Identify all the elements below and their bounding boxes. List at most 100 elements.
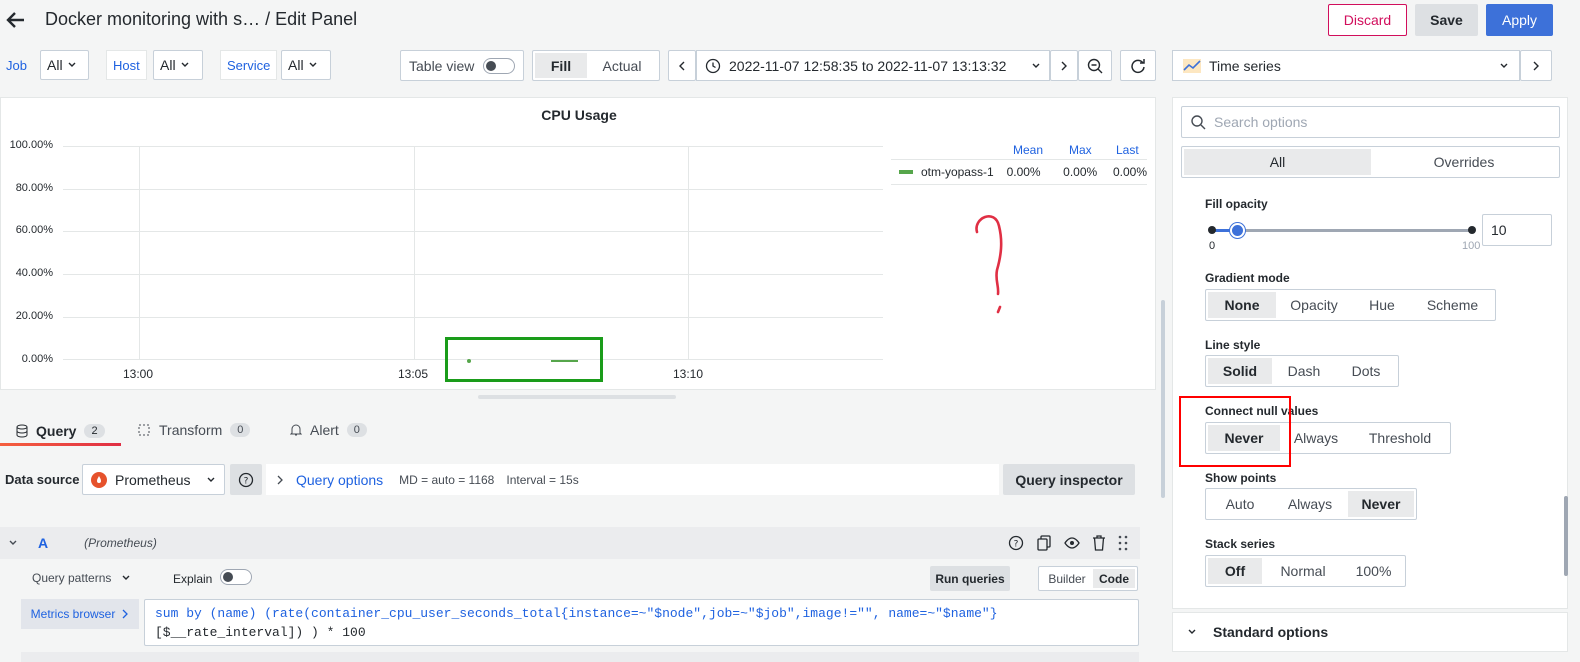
show-points-option-auto[interactable]: Auto	[1208, 491, 1272, 517]
builder-code-switch[interactable]: Builder Code	[1038, 566, 1138, 591]
query-options-link[interactable]: Query options	[296, 472, 383, 488]
legend-series-name: otm-yopass-1	[920, 165, 994, 179]
gradient-option-scheme[interactable]: Scheme	[1412, 292, 1493, 318]
code-option[interactable]: Code	[1093, 569, 1135, 588]
query-code-editor[interactable]: sum by (name) (rate(container_cpu_user_s…	[144, 599, 1139, 646]
line-style-radio[interactable]: Solid Dash Dots	[1205, 355, 1399, 387]
show-points-option-never[interactable]: Never	[1348, 491, 1414, 517]
line-style-option-solid[interactable]: Solid	[1208, 358, 1272, 384]
standard-options-header[interactable]: Standard options	[1172, 612, 1568, 652]
time-range-picker[interactable]: 2022-11-07 12:58:35 to 2022-11-07 13:13:…	[696, 50, 1050, 81]
connect-null-option-threshold[interactable]: Threshold	[1352, 425, 1448, 451]
query-patterns-dropdown[interactable]: Query patterns	[32, 571, 131, 585]
plot-area	[63, 146, 883, 360]
stack-option-100[interactable]: 100%	[1344, 558, 1403, 584]
builder-option[interactable]: Builder	[1041, 569, 1093, 588]
options-scrollbar[interactable]	[1564, 496, 1568, 576]
var-select-job[interactable]: All	[40, 50, 89, 80]
gradient-mode-radio[interactable]: None Opacity Hue Scheme	[1205, 289, 1496, 321]
stack-series-radio[interactable]: Off Normal 100%	[1205, 555, 1406, 587]
search-placeholder: Search options	[1214, 114, 1308, 130]
query-options-bar[interactable]: Query options MD = auto = 1168 Interval …	[266, 464, 999, 495]
eye-icon[interactable]	[1064, 535, 1080, 551]
time-range-text: 2022-11-07 12:58:35 to 2022-11-07 13:13:…	[729, 57, 1007, 74]
legend-header-last[interactable]: Last	[1116, 143, 1139, 157]
query-inspector-button[interactable]: Query inspector	[1003, 464, 1135, 495]
legend-header-max[interactable]: Max	[1069, 143, 1092, 157]
stack-series-label: Stack series	[1205, 537, 1276, 551]
interval: Interval = 15s	[506, 472, 579, 487]
legend-color-swatch	[899, 170, 913, 174]
y-tick-label: 80.00%	[15, 182, 53, 194]
tab-alert[interactable]: Alert 0	[290, 416, 367, 443]
options-tabs[interactable]: All Overrides	[1181, 146, 1560, 178]
legend-last-value: 0.00%	[1112, 165, 1147, 179]
chevron-down-icon[interactable]	[8, 538, 18, 548]
gradient-option-hue[interactable]: Hue	[1352, 292, 1412, 318]
editor-scrollbar[interactable]	[1161, 300, 1165, 498]
chevron-right-icon	[121, 609, 129, 619]
tab-query[interactable]: Query 2	[0, 416, 121, 446]
fill-option[interactable]: Fill	[535, 53, 587, 78]
query-ref-id[interactable]: A	[38, 535, 48, 551]
help-icon[interactable]: ?	[1008, 535, 1024, 551]
drag-handle-icon[interactable]	[1118, 535, 1128, 551]
refresh-button[interactable]	[1120, 50, 1156, 81]
show-points-radio[interactable]: Auto Always Never	[1205, 488, 1417, 520]
chevron-left-icon	[677, 60, 687, 72]
discard-button[interactable]: Discard	[1328, 4, 1407, 36]
chevron-down-icon	[308, 60, 318, 70]
zoom-out-icon	[1086, 57, 1104, 75]
x-tick-label: 13:10	[673, 367, 704, 381]
var-select-service[interactable]: All	[281, 50, 331, 80]
chevron-down-icon	[206, 475, 216, 485]
panel-resize-handle[interactable]	[478, 395, 676, 399]
back-arrow-icon[interactable]	[4, 8, 28, 32]
stack-option-normal[interactable]: Normal	[1262, 558, 1344, 584]
time-forward-button[interactable]	[1050, 50, 1078, 81]
chevron-down-icon	[67, 60, 77, 70]
datasource-help-button[interactable]: ?	[230, 464, 262, 495]
show-points-label: Show points	[1205, 471, 1277, 485]
gradient-option-none[interactable]: None	[1208, 292, 1276, 318]
show-points-option-always[interactable]: Always	[1272, 491, 1348, 517]
var-select-host[interactable]: All	[153, 50, 203, 80]
line-style-option-dash[interactable]: Dash	[1272, 358, 1336, 384]
stack-option-off[interactable]: Off	[1208, 558, 1262, 584]
fill-opacity-input[interactable]: 10	[1482, 214, 1552, 246]
save-button[interactable]: Save	[1415, 4, 1478, 36]
run-queries-button[interactable]: Run queries	[930, 566, 1010, 591]
visualization-picker[interactable]: Time series	[1172, 50, 1520, 81]
actual-option[interactable]: Actual	[587, 53, 657, 78]
legend-row[interactable]: otm-yopass-1 0.00% 0.00% 0.00%	[891, 161, 1147, 183]
table-view-toggle[interactable]: Table view	[400, 50, 524, 81]
tab-overrides[interactable]: Overrides	[1371, 149, 1557, 175]
explain-toggle[interactable]	[220, 569, 252, 585]
trash-icon[interactable]	[1092, 535, 1106, 551]
explain-label: Explain	[173, 572, 213, 586]
active-tab-indicator	[0, 443, 121, 446]
options-collapse-button[interactable]	[1520, 50, 1552, 81]
fill-opacity-slider[interactable]	[1208, 222, 1476, 238]
tab-all[interactable]: All	[1184, 149, 1371, 175]
tab-transform[interactable]: Transform 0	[137, 416, 251, 443]
slider-thumb[interactable]	[1230, 223, 1245, 238]
search-options-input[interactable]: Search options	[1181, 106, 1560, 138]
metrics-browser-button[interactable]: Metrics browser	[21, 599, 139, 629]
fill-actual-switch[interactable]: Fill Actual	[532, 50, 660, 81]
zoom-out-button[interactable]	[1078, 50, 1112, 81]
tab-count-badge: 0	[230, 422, 251, 437]
apply-button[interactable]: Apply	[1486, 4, 1553, 36]
time-back-button[interactable]	[668, 50, 696, 81]
tab-count-badge: 2	[84, 424, 105, 438]
query-row-header[interactable]: A (Prometheus) ?	[0, 527, 1140, 559]
var-label-job: Job	[6, 57, 27, 73]
x-tick-label: 13:05	[398, 367, 429, 381]
refresh-icon	[1129, 57, 1147, 75]
datasource-picker[interactable]: Prometheus	[82, 464, 225, 495]
toggle-switch[interactable]	[483, 57, 515, 74]
legend-header-mean[interactable]: Mean	[1013, 143, 1043, 157]
gradient-option-opacity[interactable]: Opacity	[1276, 292, 1352, 318]
line-style-option-dots[interactable]: Dots	[1336, 358, 1396, 384]
duplicate-icon[interactable]	[1036, 535, 1052, 551]
